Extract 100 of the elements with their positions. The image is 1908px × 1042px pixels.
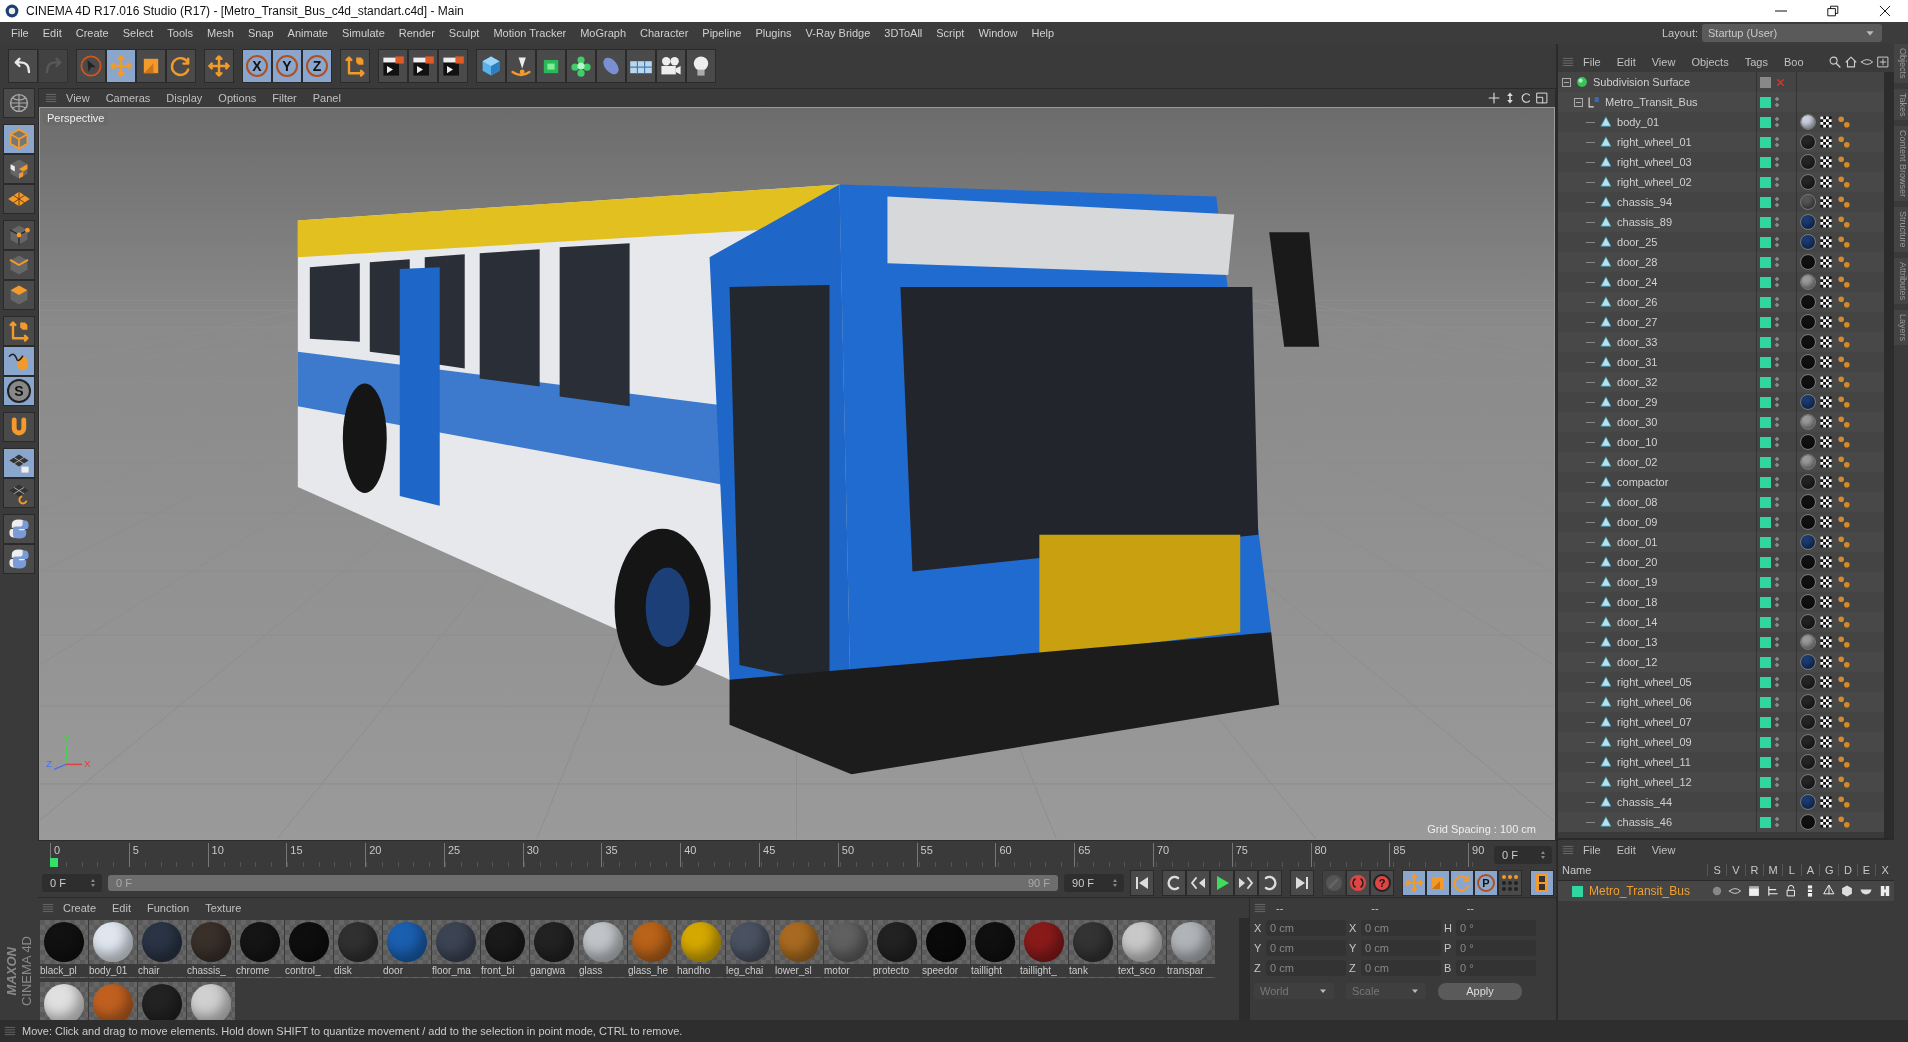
visibility-dots-icon[interactable]: [1775, 576, 1779, 588]
object-name[interactable]: door_32: [1617, 376, 1658, 388]
object-menu-item[interactable]: Boo: [1776, 56, 1811, 68]
material-tag-icon[interactable]: [1801, 335, 1815, 349]
rotate-key-button[interactable]: [1450, 870, 1474, 896]
move-key-button[interactable]: [1402, 870, 1426, 896]
size-field[interactable]: 0 cm: [1361, 940, 1441, 956]
material-swatch[interactable]: leg_chai: [726, 920, 774, 978]
visibility-dots-icon[interactable]: [1775, 216, 1779, 228]
visibility-dots-icon[interactable]: [1775, 756, 1779, 768]
object-name[interactable]: door_18: [1617, 596, 1658, 608]
expand-toggle-icon[interactable]: [1562, 77, 1571, 87]
rotate-button[interactable]: [166, 49, 196, 83]
light-button[interactable]: [686, 49, 716, 83]
autokey-button[interactable]: [1346, 870, 1370, 896]
material-swatch[interactable]: control_: [285, 920, 333, 978]
play-button[interactable]: [1210, 870, 1234, 896]
y-axis-button[interactable]: Y: [272, 49, 302, 83]
material-tag-icon[interactable]: [1801, 755, 1815, 769]
object-name[interactable]: Metro_Transit_Bus: [1605, 96, 1698, 108]
menu-item[interactable]: Sculpt: [441, 25, 487, 41]
visibility-dots-icon[interactable]: [1775, 316, 1779, 328]
object-name[interactable]: chassis_46: [1617, 816, 1673, 828]
menu-item[interactable]: Simulate: [334, 25, 392, 41]
visibility-dots-icon[interactable]: [1775, 716, 1779, 728]
viewport-menu-item[interactable]: Panel: [305, 92, 348, 104]
visibility-dots-icon[interactable]: [1775, 496, 1779, 508]
go-to-start-button[interactable]: [1130, 870, 1154, 896]
material-tag-icon[interactable]: [1801, 315, 1815, 329]
material-tag-icon[interactable]: [1801, 355, 1815, 369]
menu-item[interactable]: Snap: [240, 25, 281, 41]
visibility-dots-icon[interactable]: [1775, 136, 1779, 148]
render-button[interactable]: [408, 49, 438, 83]
material-tag-icon[interactable]: [1801, 715, 1815, 729]
visibility-dots-icon[interactable]: [1775, 116, 1779, 128]
size-field[interactable]: 0 cm: [1361, 920, 1441, 936]
pen-button[interactable]: [506, 49, 536, 83]
material-tag-icon[interactable]: [1801, 155, 1815, 169]
material-tag-icon[interactable]: [1801, 415, 1815, 429]
camera-button[interactable]: [656, 49, 686, 83]
go-to-end-button[interactable]: [1290, 870, 1314, 896]
render-view-button[interactable]: [378, 49, 408, 83]
visibility-dots-icon[interactable]: [1775, 456, 1779, 468]
material-tag-icon[interactable]: [1801, 455, 1815, 469]
visibility-dots-icon[interactable]: [1775, 416, 1779, 428]
object-name[interactable]: door_27: [1617, 316, 1658, 328]
visibility-dots-icon[interactable]: [1775, 676, 1779, 688]
visibility-dots-icon[interactable]: [1775, 336, 1779, 348]
move-button[interactable]: [106, 49, 136, 83]
visibility-dots-icon[interactable]: [1775, 396, 1779, 408]
visibility-dots-icon[interactable]: [1775, 376, 1779, 388]
object-menu-item[interactable]: Edit: [1609, 56, 1643, 68]
material-tag-icon[interactable]: [1801, 135, 1815, 149]
material-tag-icon[interactable]: [1801, 195, 1815, 209]
object-name[interactable]: door_28: [1617, 256, 1658, 268]
object-name[interactable]: chassis_89: [1617, 216, 1673, 228]
visibility-dots-icon[interactable]: [1775, 696, 1779, 708]
edges-mode-button[interactable]: [3, 250, 35, 280]
x-axis-button[interactable]: X: [242, 49, 272, 83]
loop-back-button[interactable]: [1162, 870, 1186, 896]
tweak-mode-button[interactable]: [3, 346, 35, 376]
visibility-dots-icon[interactable]: [1775, 436, 1779, 448]
object-name[interactable]: compactor: [1617, 476, 1669, 488]
visibility-dots-icon[interactable]: [1775, 816, 1779, 828]
cloner-button[interactable]: [566, 49, 596, 83]
material-tag-icon[interactable]: [1801, 815, 1815, 829]
visibility-dots-icon[interactable]: [1775, 476, 1779, 488]
layout-dropdown[interactable]: Startup (User): [1702, 24, 1882, 42]
material-tag-icon[interactable]: [1801, 655, 1815, 669]
rotation-field[interactable]: 0 °: [1456, 960, 1536, 976]
layer-color-swatch[interactable]: [1572, 885, 1583, 897]
timeline-view-button[interactable]: [1530, 870, 1554, 896]
side-tab[interactable]: Layers: [1894, 309, 1908, 345]
object-menu-item[interactable]: Objects: [1684, 56, 1736, 68]
menu-item[interactable]: Animate: [280, 25, 335, 41]
material-swatch[interactable]: floor_ma: [432, 920, 480, 978]
object-name[interactable]: right_wheel_11: [1617, 756, 1691, 768]
side-tab[interactable]: Objects: [1894, 44, 1908, 83]
visibility-dots-icon[interactable]: [1775, 236, 1779, 248]
object-name[interactable]: right_wheel_07: [1617, 716, 1692, 728]
material-swatch[interactable]: door: [383, 920, 431, 978]
material-tag-icon[interactable]: [1801, 695, 1815, 709]
make-editable-button[interactable]: [3, 88, 35, 118]
material-tag-icon[interactable]: [1801, 555, 1815, 569]
visibility-dots-icon[interactable]: [1775, 176, 1779, 188]
object-name[interactable]: chassis_44: [1617, 796, 1673, 808]
subdivision-button[interactable]: [536, 49, 566, 83]
object-name[interactable]: right_wheel_09: [1617, 736, 1692, 748]
side-tab[interactable]: Takes: [1894, 88, 1908, 121]
visibility-dots-icon[interactable]: [1775, 796, 1779, 808]
layer-menu-item[interactable]: Edit: [1609, 844, 1643, 856]
snap-button[interactable]: [3, 412, 35, 442]
object-name[interactable]: door_24: [1617, 276, 1658, 288]
parameter-key-button[interactable]: P: [1474, 870, 1498, 896]
object-name[interactable]: right_wheel_01: [1617, 136, 1692, 148]
object-name[interactable]: door_10: [1617, 436, 1658, 448]
object-name[interactable]: right_wheel_03: [1617, 156, 1692, 168]
visibility-dots-icon[interactable]: [1775, 776, 1779, 788]
menu-item[interactable]: Motion Tracker: [486, 25, 574, 41]
visibility-dots-icon[interactable]: [1775, 156, 1779, 168]
